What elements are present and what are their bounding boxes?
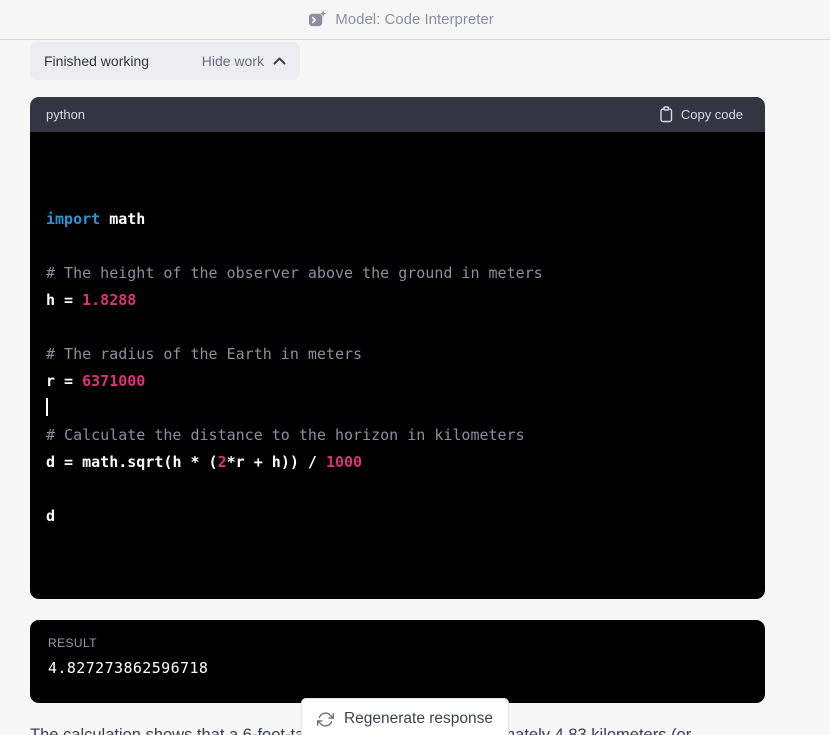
regenerate-response-label: Regenerate response — [343, 710, 494, 727]
code-language-label: python — [46, 107, 86, 122]
code-line: r = 6371000 — [46, 372, 146, 390]
copy-code-label: Copy code — [680, 107, 743, 122]
hide-work-label: Hide work — [201, 53, 264, 69]
code-block: python Copy code import math # The heigh… — [30, 97, 765, 599]
code-interpreter-model-icon — [308, 10, 327, 29]
code-line: d — [46, 507, 56, 525]
code-editor[interactable]: import math # The height of the observer… — [30, 132, 765, 599]
copy-code-button[interactable]: Copy code — [653, 105, 749, 124]
refresh-icon — [316, 711, 334, 728]
model-topbar: Model: Code Interpreter — [0, 0, 830, 40]
code-block-header: python Copy code — [30, 97, 765, 132]
result-label: RESULT — [48, 636, 97, 650]
code-line — [46, 395, 749, 422]
code-line: d = math.sqrt(h * (2*r + h)) / 1000 — [46, 453, 363, 471]
code-line: # Calculate the distance to the horizon … — [46, 426, 525, 444]
hide-work-toggle[interactable]: Hide work — [202, 53, 286, 69]
code-line: import math — [46, 210, 146, 228]
chevron-up-icon — [273, 57, 286, 65]
result-block: RESULT 4.827273862596718 — [30, 620, 765, 703]
result-value: 4.827273862596718 — [48, 659, 209, 677]
code-lines: import math # The height of the observer… — [46, 206, 749, 530]
regenerate-response-button[interactable]: Regenerate response — [300, 698, 510, 735]
work-status-label: Finished working — [44, 53, 150, 69]
code-line: # The radius of the Earth in meters — [46, 345, 363, 363]
code-line: h = 1.8288 — [46, 291, 137, 309]
text-cursor — [46, 398, 48, 416]
chat-screen: Model: Code Interpreter Finished working… — [0, 0, 830, 735]
assistant-message: Finished working Hide work python Copy c… — [30, 42, 765, 735]
clipboard-icon — [659, 106, 674, 123]
work-status-row: Finished working Hide work — [30, 42, 300, 80]
code-line: # The height of the observer above the g… — [46, 264, 543, 282]
model-label: Model: Code Interpreter — [335, 11, 494, 28]
